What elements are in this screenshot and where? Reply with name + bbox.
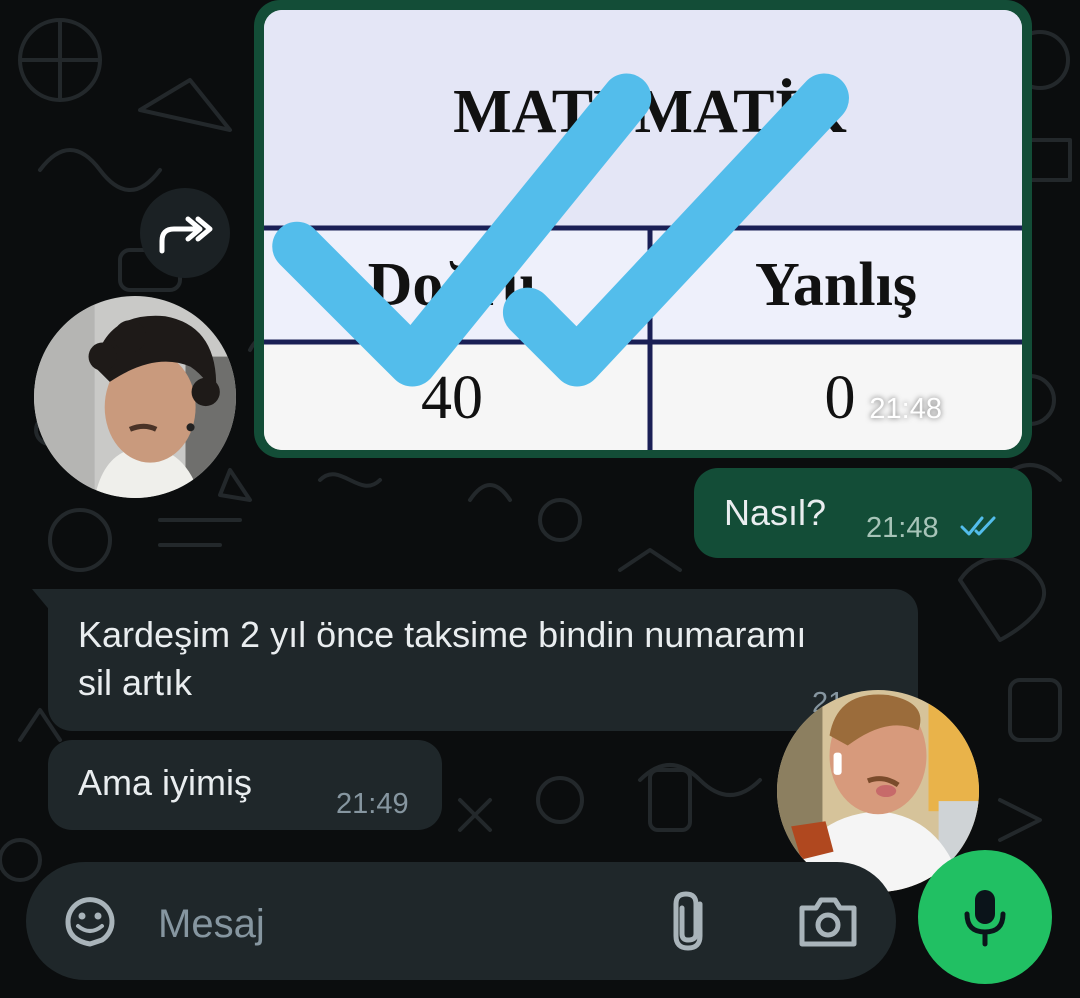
voice-record-button[interactable]: [918, 850, 1052, 984]
image-message-bubble[interactable]: MATEMATİK Doğru Yanlış 40 0 21:48: [254, 0, 1032, 458]
message-input[interactable]: [156, 896, 600, 952]
paperclip-icon[interactable]: [666, 890, 720, 954]
bubble-tail: [32, 589, 52, 613]
outgoing-message-bubble[interactable]: Nasıl? 21:48: [694, 468, 1032, 558]
sticker-icon[interactable]: [60, 892, 120, 952]
forward-button[interactable]: [140, 188, 230, 278]
camera-icon[interactable]: [796, 892, 860, 952]
message-composer: [26, 862, 896, 980]
message-time: 21:48: [866, 512, 939, 544]
contact-avatar[interactable]: [34, 296, 236, 498]
double-check-icon: [272, 73, 849, 387]
message-text: Ama iyimiş: [78, 762, 253, 803]
shared-image[interactable]: MATEMATİK Doğru Yanlış 40 0 21:48: [264, 10, 1022, 450]
microphone-icon: [964, 890, 1006, 947]
incoming-message-bubble[interactable]: Ama iyimiş 21:49: [48, 740, 442, 830]
double-check-icon: [960, 516, 996, 536]
forward-icon: [159, 216, 213, 254]
incoming-message-bubble[interactable]: Kardeşim 2 yıl önce taksime bindin numar…: [32, 589, 918, 731]
message-text: Nasıl?: [724, 492, 827, 533]
message-time: 21:49: [336, 788, 409, 820]
message-text: Kardeşim 2 yıl önce taksime bindin numar…: [78, 614, 807, 703]
